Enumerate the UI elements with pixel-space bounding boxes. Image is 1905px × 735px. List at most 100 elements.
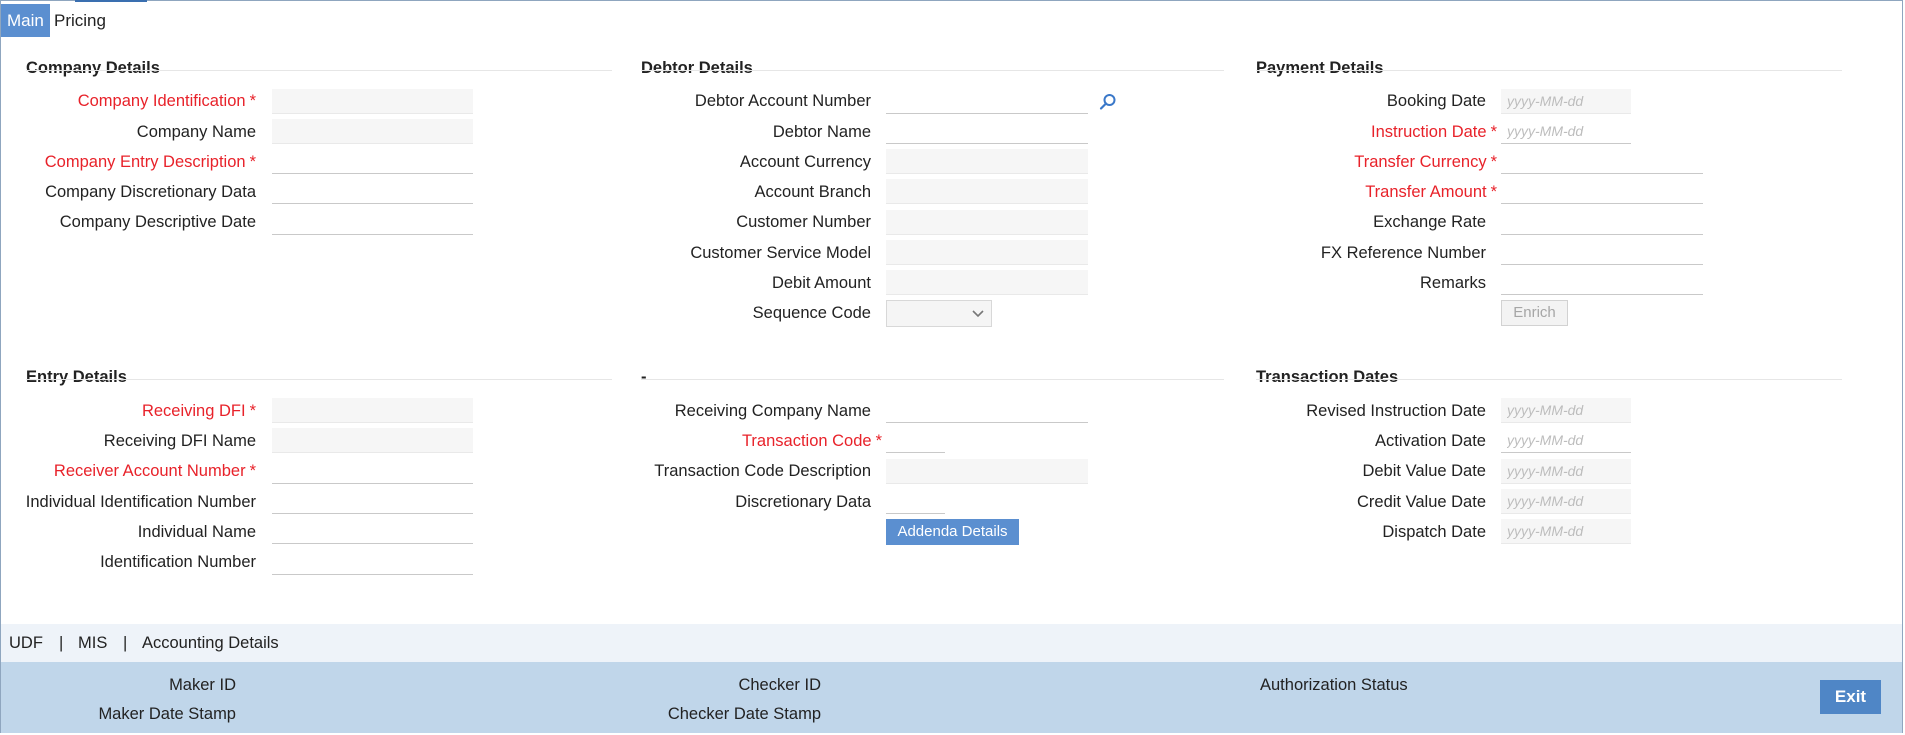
booking-date-label: Booking Date <box>1386 92 1486 110</box>
debtor-account-number-label: Debtor Account Number <box>694 92 871 110</box>
transfer-amount-label: Transfer Amount * <box>1365 183 1497 201</box>
receiver-account-number-field[interactable] <box>272 459 473 484</box>
credit-value-date-label: Credit Value Date <box>1356 493 1486 511</box>
account-currency-label: Account Currency <box>739 153 871 171</box>
transfer-currency-label: Transfer Currency * <box>1354 153 1497 171</box>
company-entry-description-field[interactable] <box>272 149 473 174</box>
maker-id-label: Maker ID <box>169 676 236 694</box>
individual-identification-number-field[interactable] <box>272 489 473 514</box>
payment-details-divider <box>1256 70 1842 71</box>
tab-main[interactable]: Main <box>1 4 50 37</box>
individual-identification-number-label: Individual Identification Number <box>25 493 256 511</box>
revised-instruction-date-field[interactable] <box>1501 398 1631 423</box>
receiving-dfi-field[interactable] <box>272 398 473 423</box>
activation-date-field[interactable] <box>1501 428 1631 453</box>
udf-link[interactable]: UDF <box>9 634 43 653</box>
link-separator: | <box>59 634 64 652</box>
tab-pricing[interactable]: Pricing <box>48 4 112 37</box>
authorization-status-label: Authorization Status <box>1260 676 1408 694</box>
company-descriptive-date-field[interactable] <box>272 210 473 235</box>
debtor-details-title: Debtor Details <box>641 59 753 77</box>
transfer-currency-field[interactable] <box>1501 149 1703 174</box>
company-name-label: Company Name <box>136 123 256 141</box>
company-details-title: Company Details <box>26 59 160 77</box>
dispatch-date-field[interactable] <box>1501 519 1631 544</box>
remarks-field[interactable] <box>1501 270 1703 295</box>
transfer-amount-field[interactable] <box>1501 179 1703 204</box>
fx-reference-number-field[interactable] <box>1501 240 1703 265</box>
individual-name-field[interactable] <box>272 519 473 544</box>
receiving-company-name-label: Receiving Company Name <box>674 402 871 420</box>
remarks-label: Remarks <box>1419 274 1486 292</box>
accounting-details-link[interactable]: Accounting Details <box>142 634 279 653</box>
discretionary-data-label: Discretionary Data <box>735 493 871 511</box>
fx-reference-number-label: FX Reference Number <box>1320 244 1486 262</box>
company-discretionary-data-label: Company Discretionary Data <box>45 183 256 201</box>
customer-number-field[interactable] <box>886 210 1088 235</box>
checker-date-stamp-label: Checker Date Stamp <box>667 705 821 723</box>
checker-id-label: Checker ID <box>738 676 821 694</box>
dash-section-divider <box>641 379 1224 380</box>
company-details-divider <box>26 70 612 71</box>
instruction-date-field[interactable] <box>1501 119 1631 144</box>
transaction-code-description-field[interactable] <box>886 459 1088 484</box>
debit-amount-label: Debit Amount <box>771 274 871 292</box>
company-identification-field[interactable] <box>272 89 473 114</box>
receiving-dfi-name-field[interactable] <box>272 428 473 453</box>
company-discretionary-data-field[interactable] <box>272 179 473 204</box>
receiving-dfi-label: Receiving DFI * <box>141 402 256 420</box>
transaction-dates-title: Transaction Dates <box>1256 368 1399 386</box>
receiving-dfi-name-label: Receiving DFI Name <box>103 432 256 450</box>
company-entry-description-label: Company Entry Description * <box>44 153 256 171</box>
sequence-code-label: Sequence Code <box>752 304 871 322</box>
revised-instruction-date-label: Revised Instruction Date <box>1306 402 1486 420</box>
sequence-code-select[interactable] <box>886 300 992 327</box>
transaction-dates-divider <box>1256 379 1842 380</box>
debtor-account-number-field[interactable] <box>886 89 1088 114</box>
audit-footer: Maker ID Maker Date Stamp Checker ID Che… <box>1 662 1902 733</box>
exchange-rate-label: Exchange Rate <box>1373 213 1486 231</box>
entry-details-divider <box>26 379 612 380</box>
individual-name-label: Individual Name <box>137 523 256 541</box>
company-name-field[interactable] <box>272 119 473 144</box>
account-branch-label: Account Branch <box>754 183 871 201</box>
debtor-name-field[interactable] <box>886 119 1088 144</box>
debit-value-date-label: Debit Value Date <box>1362 462 1486 480</box>
transaction-code-label: Transaction Code * <box>741 432 882 450</box>
maker-date-stamp-label: Maker Date Stamp <box>98 705 236 723</box>
discretionary-data-field[interactable] <box>886 489 945 514</box>
booking-date-field[interactable] <box>1501 89 1631 114</box>
link-separator: | <box>123 634 128 652</box>
sub-screen-links-bar: UDF | MIS | Accounting Details <box>1 624 1902 662</box>
company-descriptive-date-label: Company Descriptive Date <box>59 213 256 231</box>
mis-link[interactable]: MIS <box>78 634 107 653</box>
enrich-button[interactable]: Enrich <box>1501 300 1568 326</box>
customer-service-model-label: Customer Service Model <box>690 244 871 262</box>
instruction-date-label: Instruction Date * <box>1371 123 1497 141</box>
chevron-down-icon <box>972 310 984 318</box>
exchange-rate-field[interactable] <box>1501 210 1703 235</box>
receiving-company-name-field[interactable] <box>886 398 1088 423</box>
addenda-details-button[interactable]: Addenda Details <box>886 519 1019 545</box>
debit-amount-field[interactable] <box>886 270 1088 295</box>
search-icon[interactable] <box>1098 92 1118 112</box>
identification-number-label: Identification Number <box>100 553 256 571</box>
transaction-code-description-label: Transaction Code Description <box>654 462 871 480</box>
debtor-details-divider <box>641 70 1224 71</box>
dispatch-date-label: Dispatch Date <box>1382 523 1486 541</box>
credit-value-date-field[interactable] <box>1501 489 1631 514</box>
identification-number-field[interactable] <box>272 550 473 575</box>
customer-number-label: Customer Number <box>736 213 871 231</box>
account-branch-field[interactable] <box>886 179 1088 204</box>
transaction-code-field[interactable] <box>886 428 945 453</box>
account-currency-field[interactable] <box>886 149 1088 174</box>
receiver-account-number-label: Receiver Account Number * <box>53 462 256 480</box>
payment-details-title: Payment Details <box>1256 59 1384 77</box>
customer-service-model-field[interactable] <box>886 240 1088 265</box>
debit-value-date-field[interactable] <box>1501 459 1631 484</box>
dash-section-title: - <box>641 368 647 386</box>
top-accent-bar <box>75 0 147 2</box>
debtor-name-label: Debtor Name <box>772 123 871 141</box>
exit-button[interactable]: Exit <box>1820 680 1881 714</box>
activation-date-label: Activation Date <box>1375 432 1486 450</box>
